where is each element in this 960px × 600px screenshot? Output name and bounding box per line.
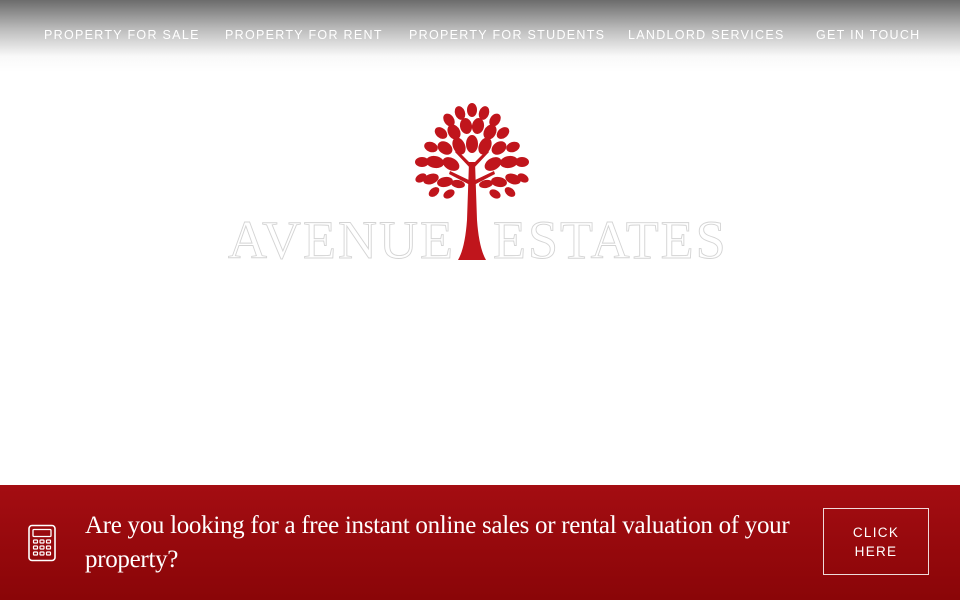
logo-graphic: AVENUE ESTATES [228,103,728,268]
nav-item-property-for-rent[interactable]: PROPERTY FOR RENT [225,26,383,44]
valuation-banner: Are you looking for a free instant onlin… [0,485,960,600]
nav-item-property-for-sale[interactable]: PROPERTY FOR SALE [44,26,200,44]
nav-item-get-in-touch[interactable]: GET IN TOUCH [816,26,921,44]
logo-word-right: ESTATES [493,210,728,268]
click-here-label: CLICK HERE [852,524,900,559]
nav-item-property-for-students[interactable]: PROPERTY FOR STUDENTS [409,26,605,44]
valuation-message: Are you looking for a free instant onlin… [85,512,790,573]
avenue-estates-logo[interactable]: AVENUE ESTATES [205,100,755,268]
main-navigation: PROPERTY FOR SALE PROPERTY FOR RENT PROP… [0,0,960,72]
calculator-icon [27,524,57,562]
nav-item-landlord-services[interactable]: LANDLORD SERVICES [628,26,785,44]
page: PROPERTY FOR SALE PROPERTY FOR RENT PROP… [0,0,960,600]
nav-list: PROPERTY FOR SALE PROPERTY FOR RENT PROP… [0,26,960,46]
logo-word-left: AVENUE [228,210,455,268]
click-here-button[interactable]: CLICK HERE [823,508,929,575]
